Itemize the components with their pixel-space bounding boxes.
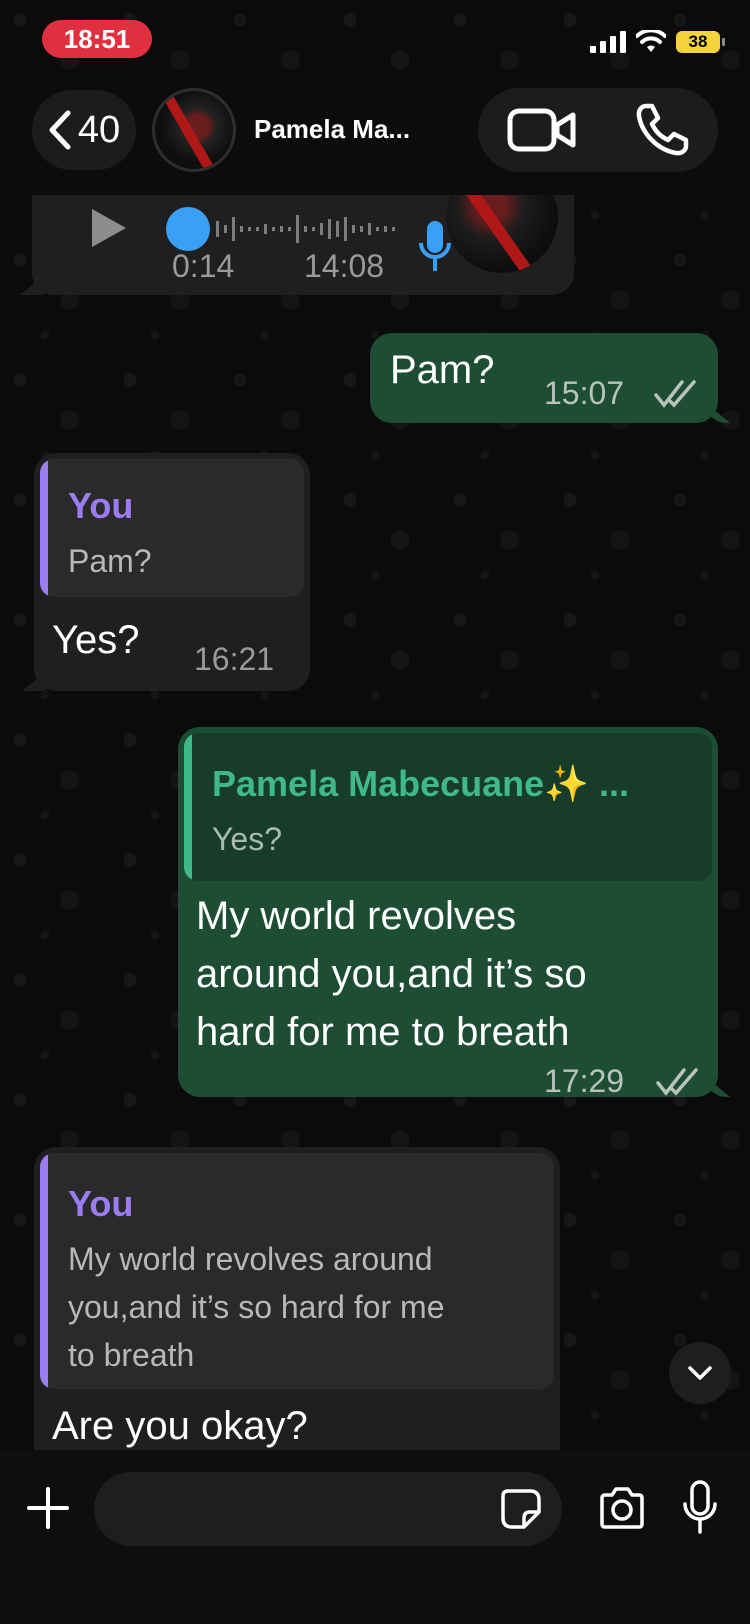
status-icons: 38 — [590, 26, 725, 58]
chevron-down-icon — [688, 1366, 712, 1380]
quote-author: Pamela Mabecuane✨ ... — [212, 763, 629, 804]
outgoing-message[interactable]: Pam? 15:07 — [370, 333, 718, 423]
quote-author: You — [68, 485, 134, 526]
microphone-icon[interactable] — [682, 1480, 718, 1534]
quote-text: My world revolves around you,and it’s so… — [68, 1241, 445, 1373]
quote-bar — [184, 733, 192, 881]
incoming-message[interactable]: You My world revolves around you,and it’… — [34, 1147, 560, 1450]
back-button[interactable]: 40 — [32, 90, 136, 170]
message-input[interactable] — [94, 1472, 562, 1546]
message-time: 15:07 — [544, 375, 625, 411]
voice-duration: 0:14 — [172, 248, 235, 284]
chat-header: 40 Pamela Ma... — [0, 80, 750, 195]
quote-bar — [40, 459, 48, 597]
battery-icon: 38 — [676, 31, 725, 53]
scroll-to-bottom-button[interactable] — [669, 1342, 731, 1404]
chat-messages[interactable]: 0:14 14:08 Pam? 15:07 You Pam? Yes? 16:2… — [0, 195, 750, 1450]
sender-avatar — [446, 195, 558, 273]
unread-count: 40 — [77, 108, 121, 151]
voice-message-bubble[interactable]: 0:14 14:08 — [32, 195, 574, 295]
quoted-message[interactable]: Pamela Mabecuane✨ ... Yes? — [184, 733, 712, 881]
voice-waveform — [216, 215, 395, 243]
message-time: 17:29 — [544, 1063, 625, 1099]
double-check-icon — [654, 380, 696, 408]
wifi-icon — [636, 30, 666, 52]
play-icon[interactable] — [88, 205, 130, 251]
quoted-message[interactable]: You My world revolves around you,and it’… — [40, 1153, 554, 1389]
signal-icon — [590, 31, 626, 53]
quote-text: Yes? — [212, 821, 282, 857]
status-bar: 18:51 38 — [0, 0, 750, 80]
double-check-icon — [656, 1068, 698, 1096]
quote-text: Pam? — [68, 543, 152, 579]
message-text: Pam? — [390, 348, 495, 392]
contact-avatar[interactable] — [152, 88, 236, 172]
message-text: Are you okay? — [52, 1404, 308, 1448]
incoming-message[interactable]: You Pam? Yes? 16:21 — [34, 453, 310, 691]
message-time: 14:08 — [304, 248, 385, 284]
sticker-icon[interactable] — [500, 1488, 542, 1530]
outgoing-message[interactable]: Pamela Mabecuane✨ ... Yes? My world revo… — [178, 727, 718, 1099]
message-text: Yes? — [52, 618, 140, 662]
video-call-icon[interactable] — [507, 108, 577, 152]
message-time: 16:21 — [194, 641, 275, 677]
voice-call-icon[interactable] — [634, 102, 690, 158]
call-actions — [478, 88, 718, 172]
camera-icon[interactable] — [598, 1486, 646, 1530]
message-text: My world revolves around you,and it’s so… — [196, 894, 587, 1054]
voice-progress-knob[interactable] — [166, 207, 210, 251]
plus-icon[interactable] — [26, 1486, 70, 1530]
chevron-left-icon — [49, 110, 71, 150]
status-time: 18:51 — [42, 20, 152, 58]
quoted-message[interactable]: You Pam? — [40, 459, 304, 597]
quote-bar — [40, 1153, 48, 1389]
message-composer — [0, 1450, 750, 1624]
contact-name[interactable]: Pamela Ma... — [254, 114, 410, 145]
quote-author: You — [68, 1183, 134, 1224]
